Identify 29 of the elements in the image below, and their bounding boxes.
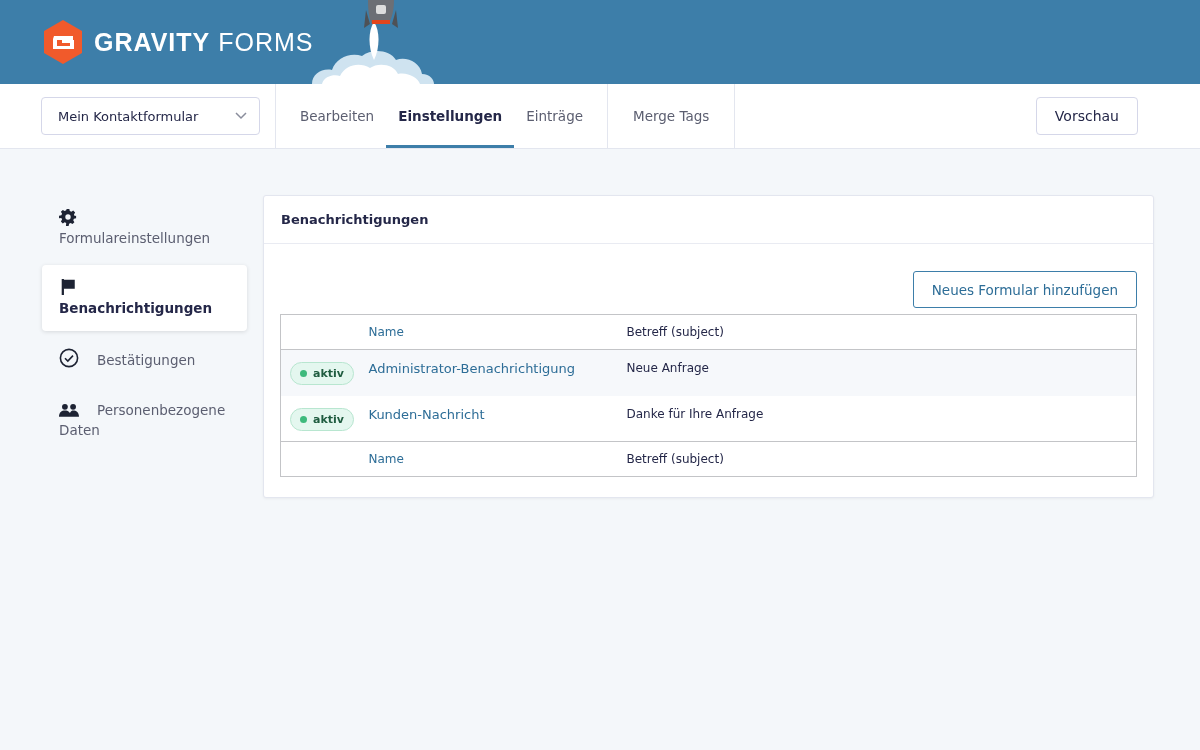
logo-icon (42, 20, 84, 64)
column-header[interactable]: Name (368, 314, 627, 350)
table-cell: Neue Anfrage (626, 349, 1137, 396)
table-cell: Danke für Ihre Anfrage (626, 395, 1137, 442)
logo-text: GRAVITY FORMS (94, 27, 314, 57)
nav-tab[interactable]: Bearbeiten (288, 84, 387, 148)
form-select[interactable]: Mein Kontaktformular (41, 97, 260, 135)
flag-icon (59, 278, 77, 296)
sidebar-item[interactable]: Personenbezogene Daten (42, 387, 247, 453)
nav-tab[interactable]: Einträge (514, 84, 595, 148)
preview-button[interactable]: Vorschau (1035, 97, 1138, 135)
gear-icon (59, 208, 77, 226)
notification-link[interactable]: Kunden-Nachricht (368, 406, 485, 422)
merge-tags-link[interactable]: Merge Tags (608, 84, 736, 148)
column-header[interactable]: Name (368, 441, 627, 477)
column-header: Betreff (subject) (626, 441, 1137, 477)
panel-title: Benachrichtigungen (264, 196, 1153, 244)
sidebar-item[interactable]: Bestätigungen (42, 335, 247, 383)
check-circle-icon (59, 348, 79, 368)
people-icon (59, 403, 79, 418)
nav-tab[interactable]: Einstellungen (386, 84, 515, 148)
column-header: Betreff (subject) (626, 314, 1137, 350)
add-button[interactable]: Neues Formular hinzufügen (912, 271, 1137, 308)
notification-link[interactable]: Administrator-Benachrichtigung (368, 361, 576, 376)
status-badge[interactable]: aktiv (290, 362, 354, 385)
status-badge[interactable]: aktiv (290, 407, 354, 431)
sidebar-item[interactable]: Benachrichtigungen (42, 265, 247, 331)
chevron-down-icon (235, 112, 247, 120)
sidebar-item[interactable]: Formulareinstellungen (42, 195, 247, 261)
